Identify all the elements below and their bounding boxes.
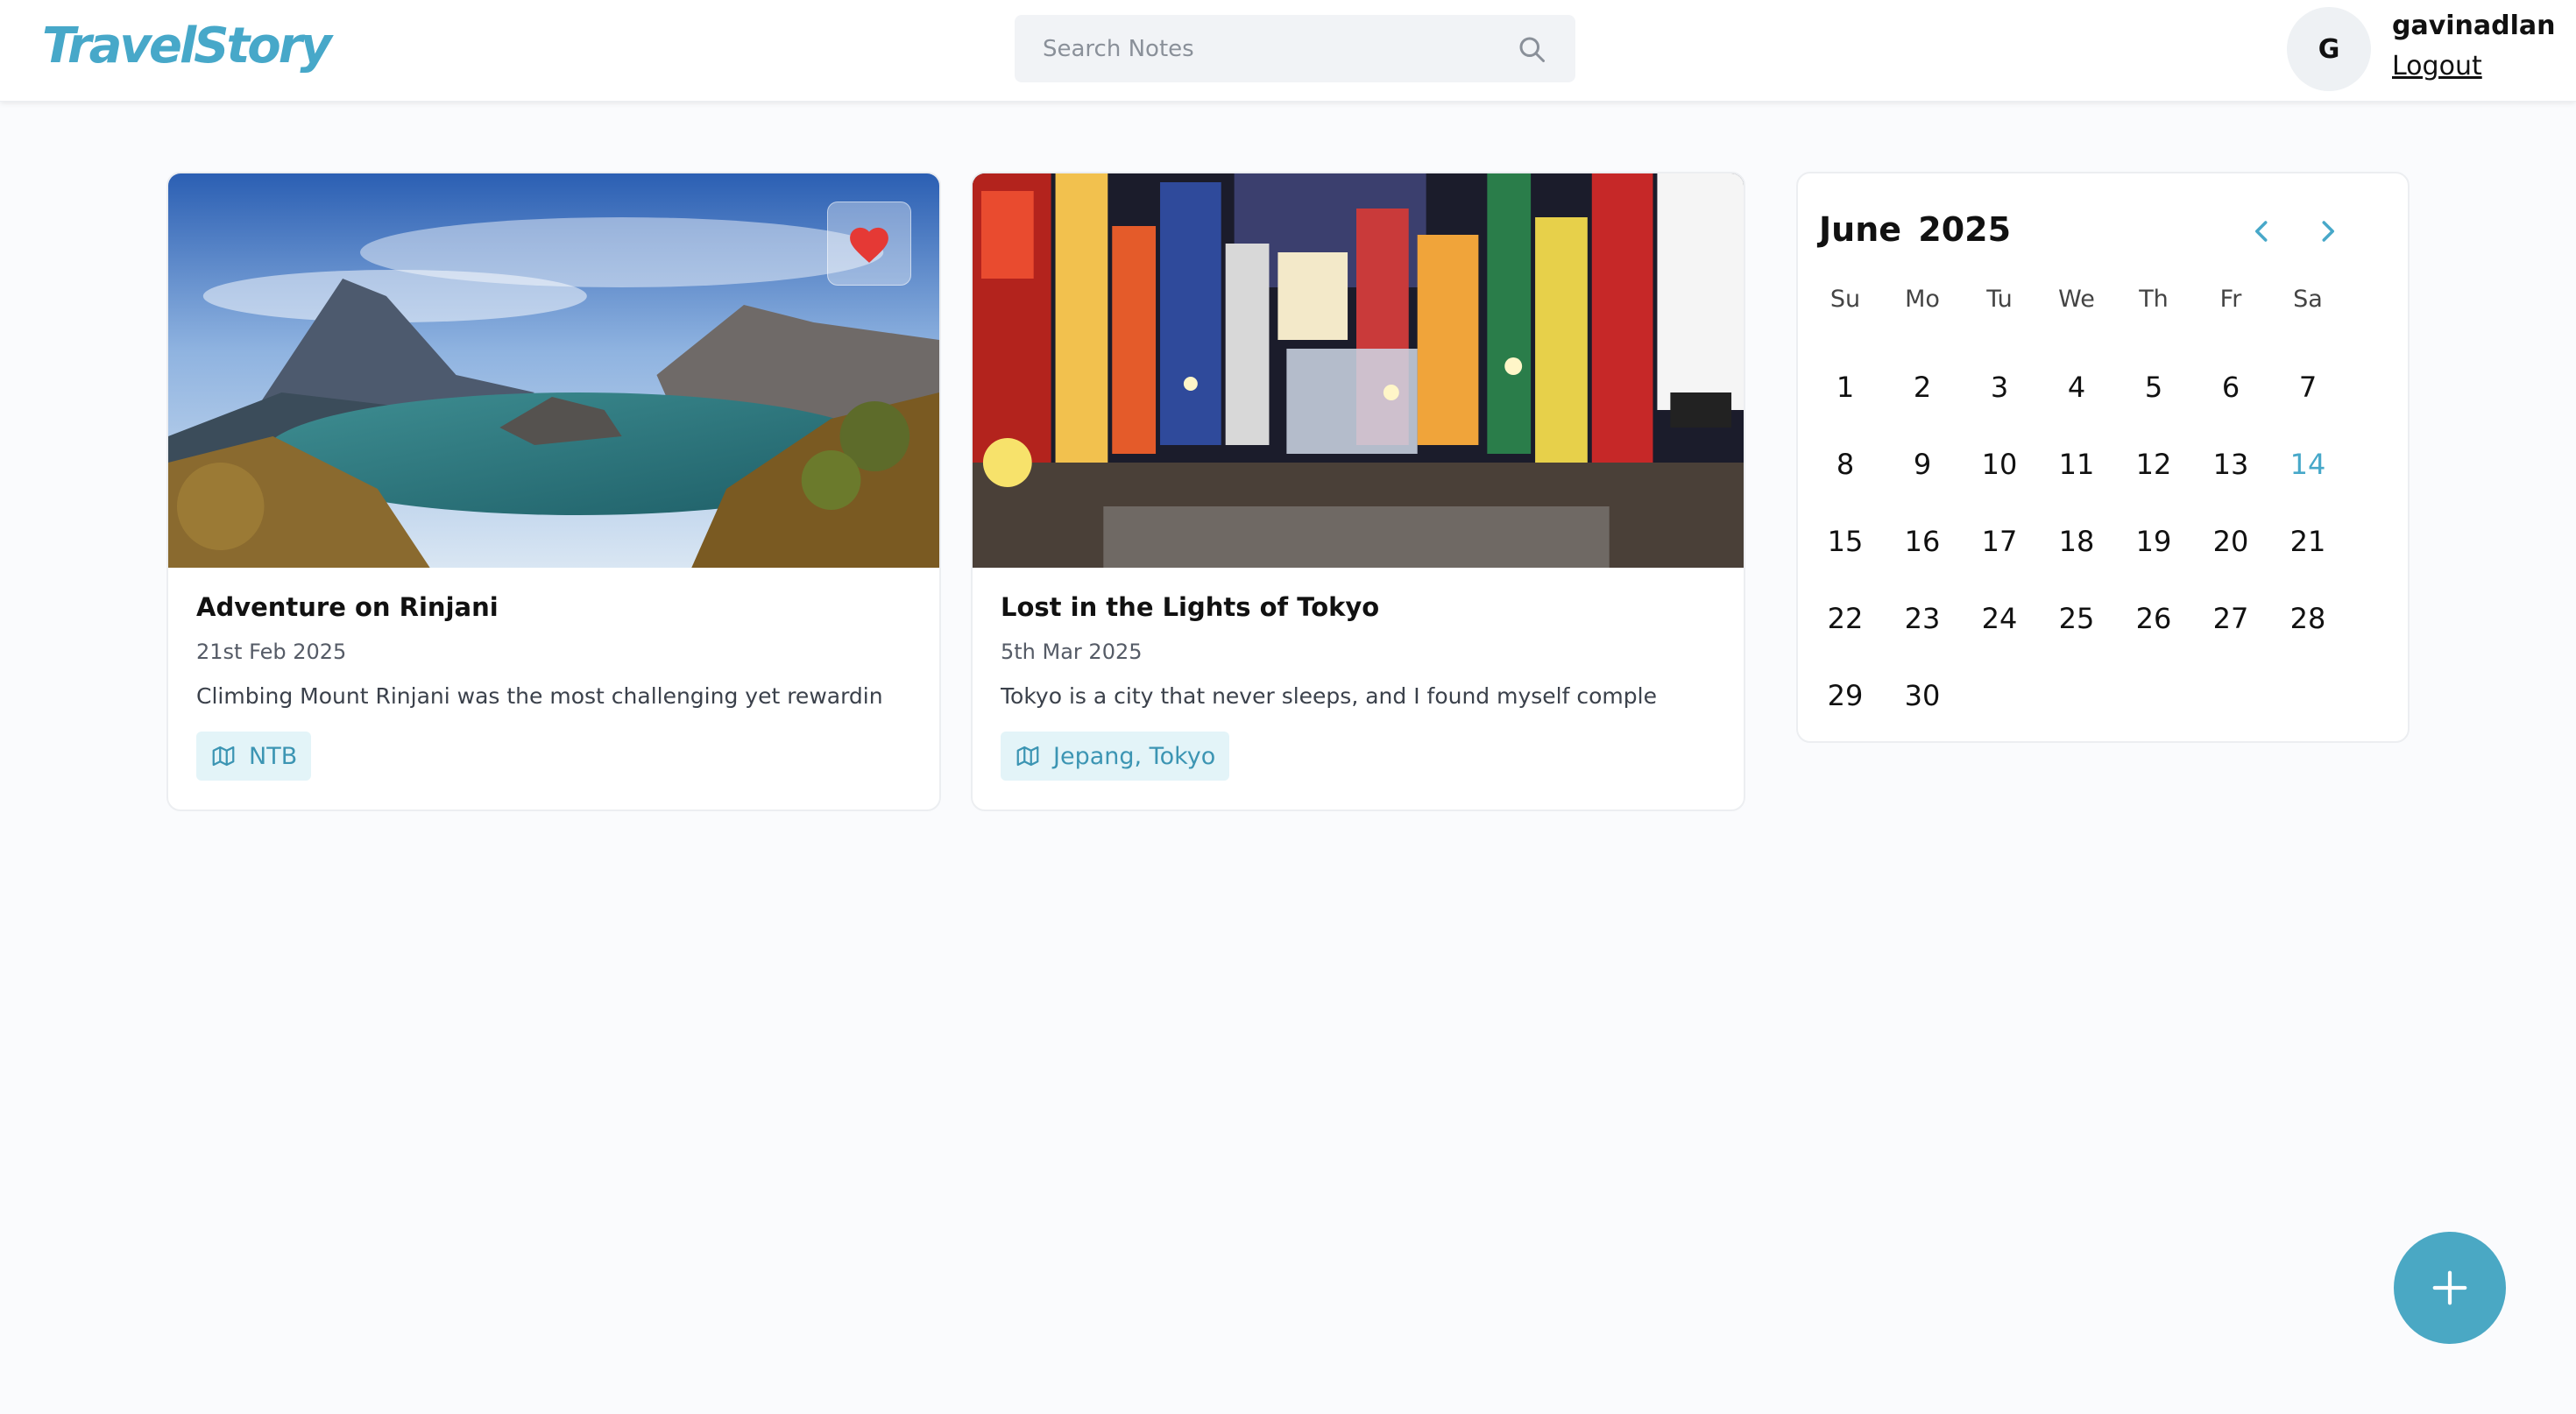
story-date: 21st Feb 2025: [196, 640, 347, 664]
calendar-day[interactable]: 1: [1807, 349, 1884, 426]
chevron-left-icon: [2255, 221, 2268, 242]
calendar-day[interactable]: 8: [1807, 426, 1884, 503]
calendar-day[interactable]: 7: [2269, 349, 2346, 426]
search-input[interactable]: [1043, 35, 1516, 62]
add-story-button[interactable]: [2394, 1232, 2506, 1344]
calendar-month[interactable]: June: [1819, 210, 1901, 249]
logo[interactable]: TravelStory: [42, 18, 332, 74]
weekday-label: Su: [1829, 286, 1861, 313]
calendar-day[interactable]: 3: [1961, 349, 2038, 426]
calendar-day[interactable]: 9: [1884, 426, 1961, 503]
weekday-label: Mo: [1905, 286, 1940, 313]
story-card[interactable]: Adventure on Rinjani 21st Feb 2025 Climb…: [166, 172, 941, 811]
calendar-day[interactable]: 30: [1884, 657, 1961, 734]
calendar-day[interactable]: 6: [2192, 349, 2269, 426]
username: gavinadlan: [2392, 11, 2556, 41]
story-card-body: Adventure on Rinjani 21st Feb 2025 Climb…: [196, 592, 911, 781]
location-tag: Jepang, Tokyo: [1001, 732, 1230, 781]
calendar-day[interactable]: 21: [2269, 503, 2346, 580]
calendar-day[interactable]: 11: [2038, 426, 2115, 503]
story-card-body: Lost in the Lights of Tokyo 5th Mar 2025…: [1001, 592, 1716, 781]
logout-link[interactable]: Logout: [2392, 51, 2482, 81]
calendar-day[interactable]: 19: [2115, 503, 2192, 580]
calendar-day[interactable]: 29: [1807, 657, 1884, 734]
calendar-day[interactable]: 15: [1807, 503, 1884, 580]
calendar: June 2025 Su Mo Tu We Th Fr Sa 1 2 3 4 5 6 7 8 9 10 11 12 1…: [1796, 172, 2410, 743]
search-bar: [1015, 15, 1575, 82]
calendar-title: June 2025: [1819, 210, 2011, 249]
story-date: 5th Mar 2025: [1001, 640, 1143, 664]
calendar-day[interactable]: 2: [1884, 349, 1961, 426]
search-icon[interactable]: [1516, 33, 1547, 65]
calendar-day[interactable]: 25: [2038, 580, 2115, 657]
calendar-day[interactable]: 28: [2269, 580, 2346, 657]
story-excerpt: Climbing Mount Rinjani was the most chal…: [196, 683, 883, 709]
prev-month-button[interactable]: [2240, 209, 2285, 254]
calendar-day[interactable]: 5: [2115, 349, 2192, 426]
calendar-day[interactable]: 22: [1807, 580, 1884, 657]
map-icon: [1016, 746, 1039, 767]
location-label: Jepang, Tokyo: [1053, 742, 1216, 770]
story-excerpt: Tokyo is a city that never sleeps, and I…: [1001, 683, 1657, 709]
calendar-day[interactable]: 17: [1961, 503, 2038, 580]
calendar-day[interactable]: 13: [2192, 426, 2269, 503]
calendar-day-today[interactable]: 14: [2269, 426, 2346, 503]
calendar-day[interactable]: 27: [2192, 580, 2269, 657]
calendar-year[interactable]: 2025: [1918, 210, 2011, 249]
location-tag: NTB: [196, 732, 312, 781]
weekday-label: We: [2058, 286, 2095, 313]
calendar-day[interactable]: 16: [1884, 503, 1961, 580]
calendar-day[interactable]: 12: [2115, 426, 2192, 503]
map-icon: [212, 746, 235, 767]
calendar-day[interactable]: 24: [1961, 580, 2038, 657]
weekday-label: Th: [2139, 286, 2169, 313]
location-label: NTB: [249, 742, 298, 770]
navbar: TravelStory G gavinadlan Logout: [0, 0, 2576, 102]
story-image: [168, 173, 939, 568]
story-image: [973, 173, 1744, 568]
calendar-day[interactable]: 26: [2115, 580, 2192, 657]
story-title: Adventure on Rinjani: [196, 592, 499, 622]
next-month-button[interactable]: [2304, 209, 2350, 254]
calendar-day[interactable]: 10: [1961, 426, 2038, 503]
plus-icon: [2432, 1270, 2467, 1305]
calendar-day[interactable]: 20: [2192, 503, 2269, 580]
story-card[interactable]: Lost in the Lights of Tokyo 5th Mar 2025…: [971, 172, 1745, 811]
weekday-label: Tu: [1986, 286, 2013, 313]
calendar-grid: Su Mo Tu We Th Fr Sa 1 2 3 4 5 6 7 8 9 10 11 12 13 14 15 16 17 1…: [1807, 272, 2346, 734]
favorite-button[interactable]: [827, 201, 911, 286]
weekday-label: Fr: [2219, 286, 2242, 313]
chevron-right-icon: [2322, 221, 2334, 242]
calendar-day[interactable]: 18: [2038, 503, 2115, 580]
calendar-day[interactable]: 23: [1884, 580, 1961, 657]
story-title: Lost in the Lights of Tokyo: [1001, 592, 1380, 622]
avatar[interactable]: G: [2287, 7, 2371, 91]
calendar-day[interactable]: 4: [2038, 349, 2115, 426]
weekday-label: Sa: [2293, 286, 2323, 313]
heart-icon: [850, 227, 888, 263]
